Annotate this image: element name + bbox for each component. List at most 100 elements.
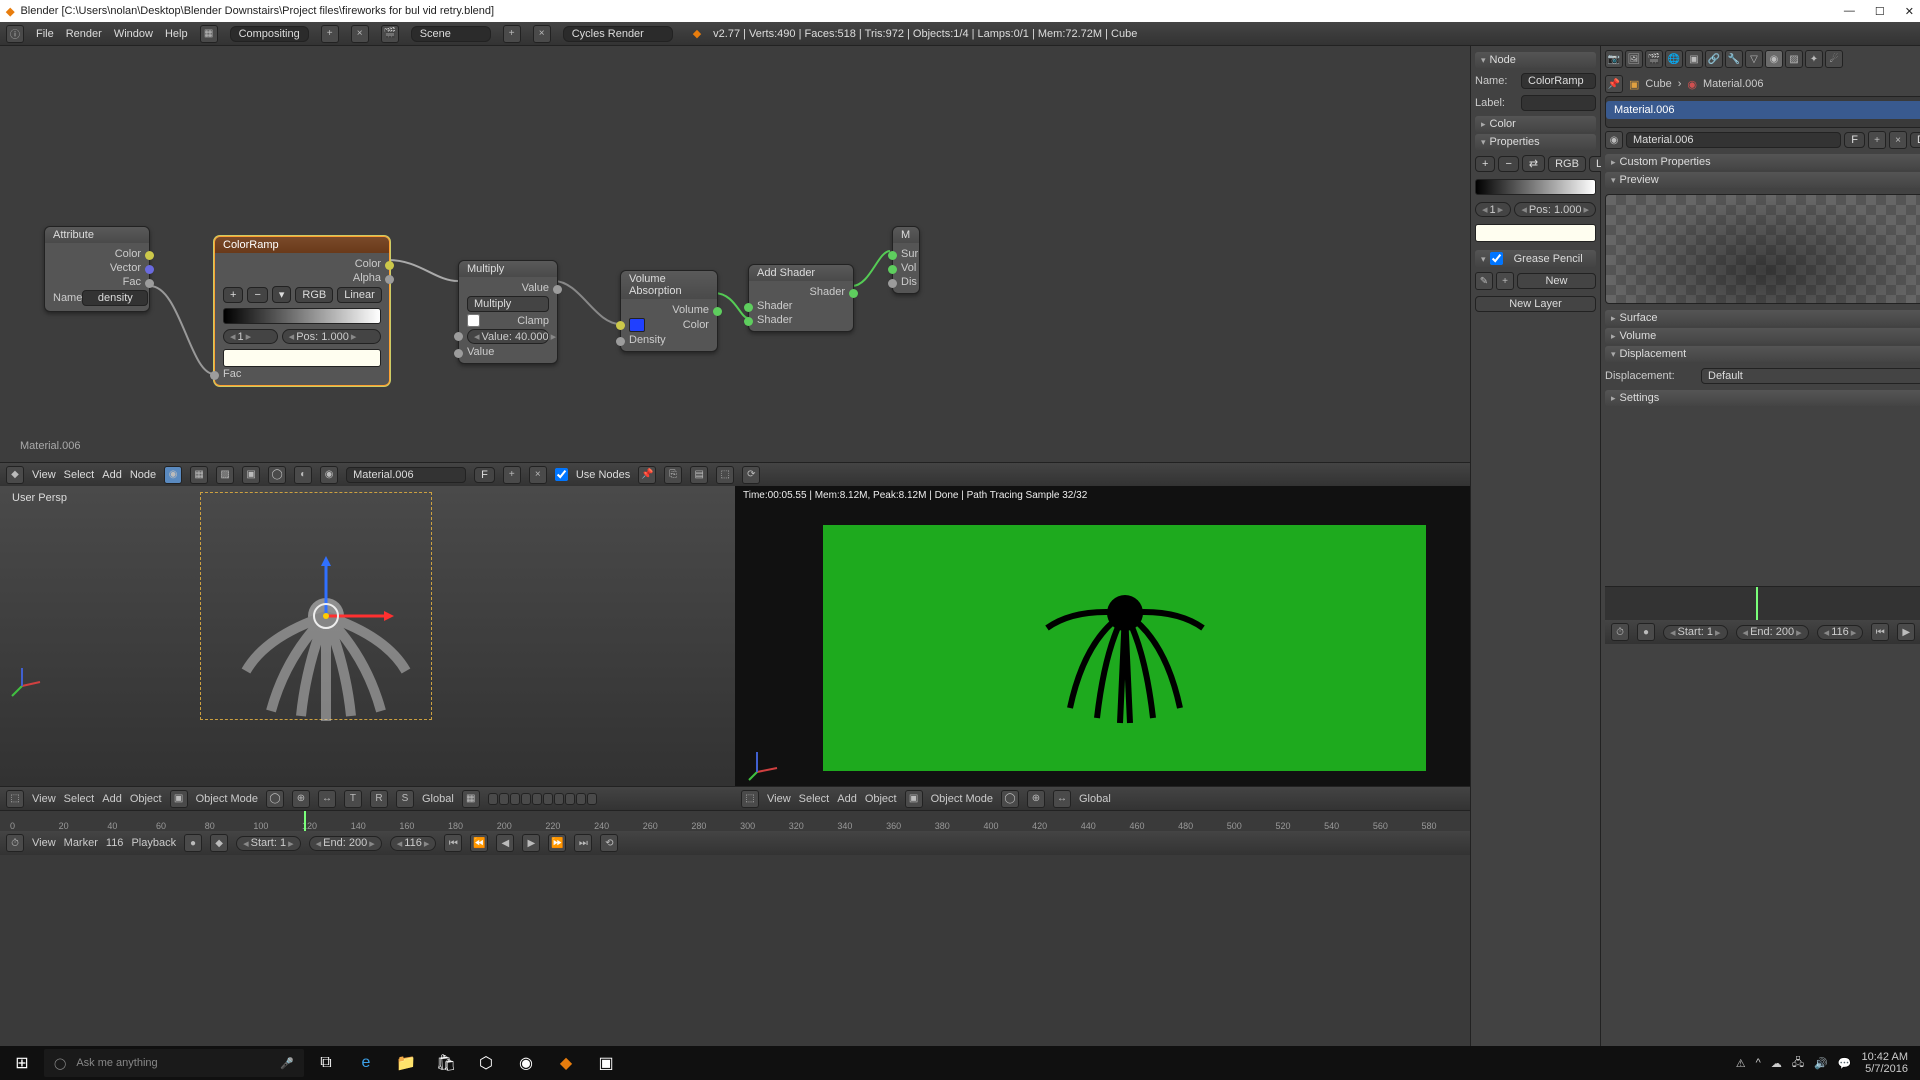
scene-del-icon[interactable]: × xyxy=(533,25,551,43)
vpl-mode[interactable]: Object Mode xyxy=(196,793,258,805)
ne-usenodes-check[interactable] xyxy=(555,468,568,481)
cramp-menu-icon[interactable]: ▾ xyxy=(272,286,292,303)
tl-rec-icon[interactable]: ● xyxy=(184,834,202,852)
mat-f-button[interactable]: F xyxy=(1844,132,1865,148)
manip-r-icon[interactable]: R xyxy=(370,790,388,808)
ne-material-field[interactable] xyxy=(346,467,466,483)
task-view-button[interactable]: ⧉ xyxy=(308,1049,344,1077)
pivot-icon[interactable]: ⊕ xyxy=(292,790,310,808)
node-colorramp-title[interactable]: ColorRamp xyxy=(215,237,389,253)
rtl-type-icon[interactable]: ⏱ xyxy=(1611,623,1629,641)
ne-backdrop-icon[interactable]: ▤ xyxy=(690,466,708,484)
ne-f-button[interactable]: F xyxy=(474,467,495,483)
np-gp-plus-icon[interactable]: + xyxy=(1496,272,1514,290)
tab-texture-icon[interactable]: ▨ xyxy=(1785,50,1803,68)
tab-world-icon[interactable]: 🌐 xyxy=(1665,50,1683,68)
node-attribute-title[interactable]: Attribute xyxy=(45,227,149,243)
np-add-icon[interactable]: + xyxy=(1475,156,1495,172)
np-name-input[interactable] xyxy=(1521,73,1596,89)
np-gradient[interactable] xyxy=(1475,179,1596,195)
np-pos-field[interactable]: ◂Pos: 1.000▸ xyxy=(1514,202,1596,217)
attr-name-input[interactable] xyxy=(82,290,148,306)
tab-layers-icon[interactable]: 🖼 xyxy=(1625,50,1643,68)
material-slot-list[interactable]: Material.006 xyxy=(1605,96,1920,128)
layout-icon[interactable]: ▦ xyxy=(200,25,218,43)
cortana-search[interactable]: ◯ Ask me anything 🎤 xyxy=(44,1049,304,1077)
manip-s-icon[interactable]: S xyxy=(396,790,414,808)
vpl-select[interactable]: Select xyxy=(64,793,95,805)
node-matout-title[interactable]: M xyxy=(893,227,919,243)
rtl-play-icon[interactable]: ▶ xyxy=(1897,623,1915,641)
node-volabs-title[interactable]: Volume Absorption xyxy=(621,271,717,299)
ne-autorender-icon[interactable]: ⟳ xyxy=(742,466,760,484)
tab-material-icon[interactable]: ◉ xyxy=(1765,50,1783,68)
np-index-field[interactable]: ◂1▸ xyxy=(1475,202,1511,217)
ne-mat-icon[interactable]: ◉ xyxy=(320,466,338,484)
scene-icon[interactable]: 🎬 xyxy=(381,25,399,43)
vpr-type-icon[interactable]: ⬚ xyxy=(741,790,759,808)
np-color-swatch[interactable] xyxy=(1475,224,1596,242)
menu-help[interactable]: Help xyxy=(165,28,188,40)
np-gp-pencil-icon[interactable]: ✎ xyxy=(1475,272,1493,290)
ne-shader-icon[interactable]: ◉ xyxy=(164,466,182,484)
cramp-gradient[interactable] xyxy=(223,308,381,324)
np-mode[interactable]: RGB xyxy=(1548,156,1586,172)
mode-icon[interactable]: ▣ xyxy=(170,790,188,808)
rtl-rec-icon[interactable]: ● xyxy=(1637,623,1655,641)
ne-copy-icon[interactable]: ⎘ xyxy=(664,466,682,484)
taskbar-dropbox-icon[interactable]: ⬡ xyxy=(468,1049,504,1077)
layers-icon[interactable]: ▦ xyxy=(462,790,480,808)
taskbar-explorer-icon[interactable]: 📁 xyxy=(388,1049,424,1077)
mat-name-input[interactable] xyxy=(1626,132,1841,148)
vpr-add[interactable]: Add xyxy=(837,793,857,805)
rtl-rewind-icon[interactable]: ⏮ xyxy=(1871,623,1889,641)
node-volume-absorption[interactable]: Volume Absorption Volume Color Density xyxy=(620,270,718,352)
ne-world-icon[interactable]: ◯ xyxy=(268,466,286,484)
manip-t-icon[interactable]: T xyxy=(344,790,362,808)
tl-start-field[interactable]: ◂Start: 1▸ xyxy=(236,836,301,851)
nodeeditor-type-icon[interactable]: ◆ xyxy=(6,466,24,484)
np-gp-header[interactable]: Grease Pencil xyxy=(1475,250,1596,267)
rtl-start-field[interactable]: ◂Start: 1▸ xyxy=(1663,625,1728,640)
node-add-shader[interactable]: Add Shader Shader Shader Shader xyxy=(748,264,854,332)
ne-del-mat-icon[interactable]: × xyxy=(529,466,547,484)
tl-end-icon[interactable]: ⏭ xyxy=(574,834,592,852)
bc-pin-icon[interactable]: 📌 xyxy=(1605,75,1623,93)
cramp-pos-field[interactable]: ◂Pos: 1.000▸ xyxy=(282,329,381,344)
np-flip-icon[interactable]: ⇄ xyxy=(1522,155,1545,172)
node-multiply-title[interactable]: Multiply xyxy=(459,261,557,277)
node-material-output-partial[interactable]: M Sur Vol Dis xyxy=(892,226,920,294)
timeline-cursor[interactable] xyxy=(304,811,306,831)
3d-viewport-right[interactable]: Time:00:05.55 | Mem:8.12M, Peak:8.12M | … xyxy=(735,486,1470,810)
np-sub-icon[interactable]: − xyxy=(1498,156,1518,172)
tray-notifications-icon[interactable]: 💬 xyxy=(1838,1057,1852,1070)
cramp-interp[interactable]: Linear xyxy=(337,287,382,303)
mat-settings-header[interactable]: Settings xyxy=(1605,390,1920,406)
vpr-object[interactable]: Object xyxy=(865,793,897,805)
scene-add-icon[interactable]: + xyxy=(503,25,521,43)
vpl-object[interactable]: Object xyxy=(130,793,162,805)
bc-cube[interactable]: Cube xyxy=(1645,78,1671,90)
vpr-select[interactable]: Select xyxy=(799,793,830,805)
tray-clock[interactable]: 10:42 AM 5/7/2016 xyxy=(1862,1051,1908,1075)
mat-del-icon[interactable]: × xyxy=(1889,131,1907,149)
mat-browse-icon[interactable]: ◉ xyxy=(1605,131,1623,149)
cramp-index-field[interactable]: ◂1▸ xyxy=(223,329,278,344)
tray-warning-icon[interactable]: ⚠ xyxy=(1736,1057,1746,1070)
mat-link-select[interactable]: Data xyxy=(1910,132,1920,148)
maximize-button[interactable]: ☐ xyxy=(1875,5,1885,18)
ne-obj-icon[interactable]: ▣ xyxy=(242,466,260,484)
tab-scene-icon[interactable]: 🎬 xyxy=(1645,50,1663,68)
tl-rewind-icon[interactable]: ⏮ xyxy=(444,834,462,852)
vpl-add[interactable]: Add xyxy=(102,793,122,805)
tl-key-icon[interactable]: ◆ xyxy=(210,834,228,852)
np-gp-layer[interactable]: New Layer xyxy=(1475,296,1596,312)
tab-data-icon[interactable]: ▽ xyxy=(1745,50,1763,68)
mic-icon[interactable]: 🎤 xyxy=(280,1057,294,1070)
3d-viewport-left[interactable]: User Persp xyxy=(0,486,735,810)
timeline[interactable]: 0204060801001201401601802002202402602803… xyxy=(0,810,1470,1046)
taskbar-chrome-icon[interactable]: ◉ xyxy=(508,1049,544,1077)
mul-clamp-check[interactable] xyxy=(467,314,480,327)
np-color-header[interactable]: Color xyxy=(1475,116,1596,132)
tl-end-field[interactable]: ◂End: 200▸ xyxy=(309,836,382,851)
